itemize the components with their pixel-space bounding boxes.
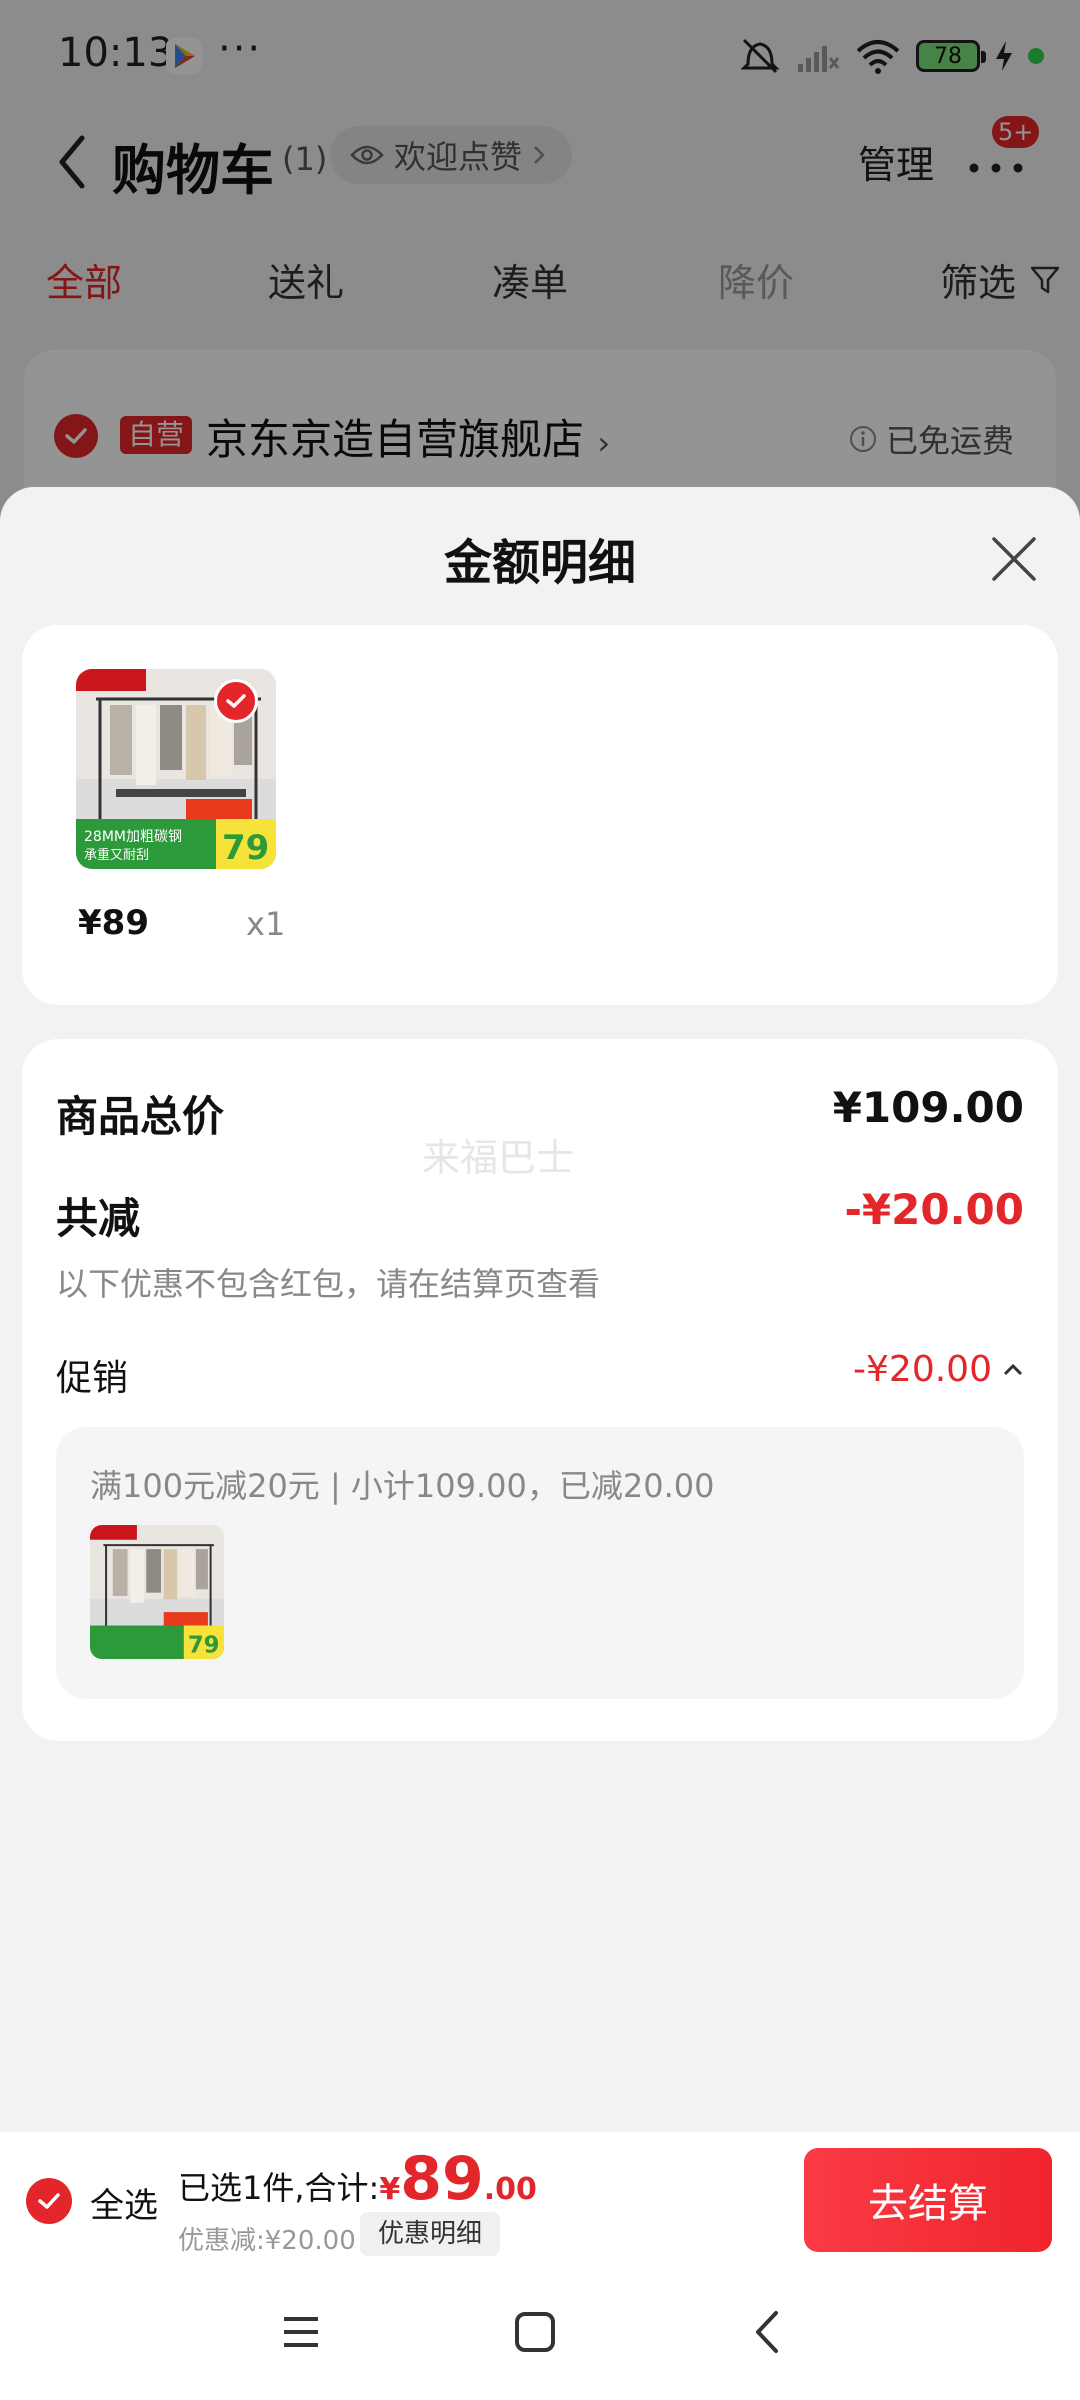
promo-detail-text: 满100元减20元 | 小计109.00，已减20.00 bbox=[90, 1467, 715, 1505]
svg-text:79: 79 bbox=[188, 1632, 220, 1658]
back-icon[interactable] bbox=[744, 2307, 794, 2357]
promo-product-image: 79 bbox=[90, 1525, 224, 1659]
discount-amount: 优惠减:¥20.00 bbox=[178, 2226, 356, 2256]
svg-text:承重又耐刮: 承重又耐刮 bbox=[84, 847, 149, 863]
select-all-checkbox[interactable] bbox=[26, 2178, 72, 2224]
svg-text:79: 79 bbox=[222, 828, 269, 868]
product-price: ¥89 bbox=[78, 903, 149, 943]
total-line: 已选1件,合计: ¥ 89 .00 bbox=[178, 2144, 537, 2214]
total-amount-decimal: .00 bbox=[483, 2172, 537, 2207]
checkmark-icon bbox=[226, 694, 246, 708]
reduction-label: 共减 bbox=[56, 1194, 141, 1243]
reduction-note: 以下优惠不包含红包，请在结算页查看 bbox=[56, 1265, 601, 1303]
chevron-up-icon bbox=[1003, 1363, 1023, 1375]
selected-summary: 已选1件,合计: bbox=[178, 2169, 380, 2207]
amount-detail-sheet: 金额明细 28MM加粗碳钢 承重又耐刮 79 ¥89 x1 来福巴士 商品总价 … bbox=[0, 487, 1080, 2132]
checkout-button[interactable]: 去结算 bbox=[804, 2148, 1052, 2252]
product-quantity: x1 bbox=[246, 905, 286, 943]
clothes-rack-image: 79 bbox=[90, 1525, 224, 1659]
total-price-value: ¥109.00 bbox=[832, 1083, 1024, 1132]
select-all-label[interactable]: 全选 bbox=[90, 2178, 158, 2227]
promo-label: 促销 bbox=[56, 1358, 129, 1399]
total-amount-integer: 89 bbox=[400, 2144, 484, 2214]
checkmark-icon bbox=[38, 2193, 60, 2209]
discount-detail-button[interactable]: 优惠明细 bbox=[360, 2212, 501, 2256]
reduction-row: 共减 -¥20.00 bbox=[56, 1185, 1024, 1245]
reduction-value: -¥20.00 bbox=[844, 1185, 1024, 1234]
selected-products-card: 28MM加粗碳钢 承重又耐刮 79 ¥89 x1 bbox=[22, 625, 1058, 1005]
total-price-label: 商品总价 bbox=[56, 1092, 225, 1141]
sheet-title: 金额明细 bbox=[443, 535, 636, 591]
promo-toggle[interactable]: -¥20.00 bbox=[853, 1349, 1024, 1390]
home-icon[interactable] bbox=[510, 2307, 560, 2357]
menu-icon[interactable] bbox=[276, 2307, 326, 2357]
total-price-row: 商品总价 ¥109.00 bbox=[56, 1083, 1024, 1143]
promo-value: -¥20.00 bbox=[853, 1349, 992, 1390]
system-nav-bar bbox=[0, 2267, 1080, 2400]
promo-detail-box: 满100元减20元 | 小计109.00，已减20.00 79 bbox=[56, 1427, 1024, 1699]
price-summary-card: 来福巴士 商品总价 ¥109.00 共减 -¥20.00 以下优惠不包含红包，请… bbox=[22, 1039, 1058, 1741]
checkout-bar: 全选 已选1件,合计: ¥ 89 .00 优惠减:¥20.00 优惠明细 去结算 bbox=[0, 2132, 1080, 2267]
svg-text:28MM加粗碳钢: 28MM加粗碳钢 bbox=[84, 829, 182, 845]
product-selected-checkbox[interactable] bbox=[214, 679, 258, 723]
close-icon[interactable] bbox=[986, 531, 1042, 587]
currency-symbol: ¥ bbox=[379, 2172, 401, 2207]
